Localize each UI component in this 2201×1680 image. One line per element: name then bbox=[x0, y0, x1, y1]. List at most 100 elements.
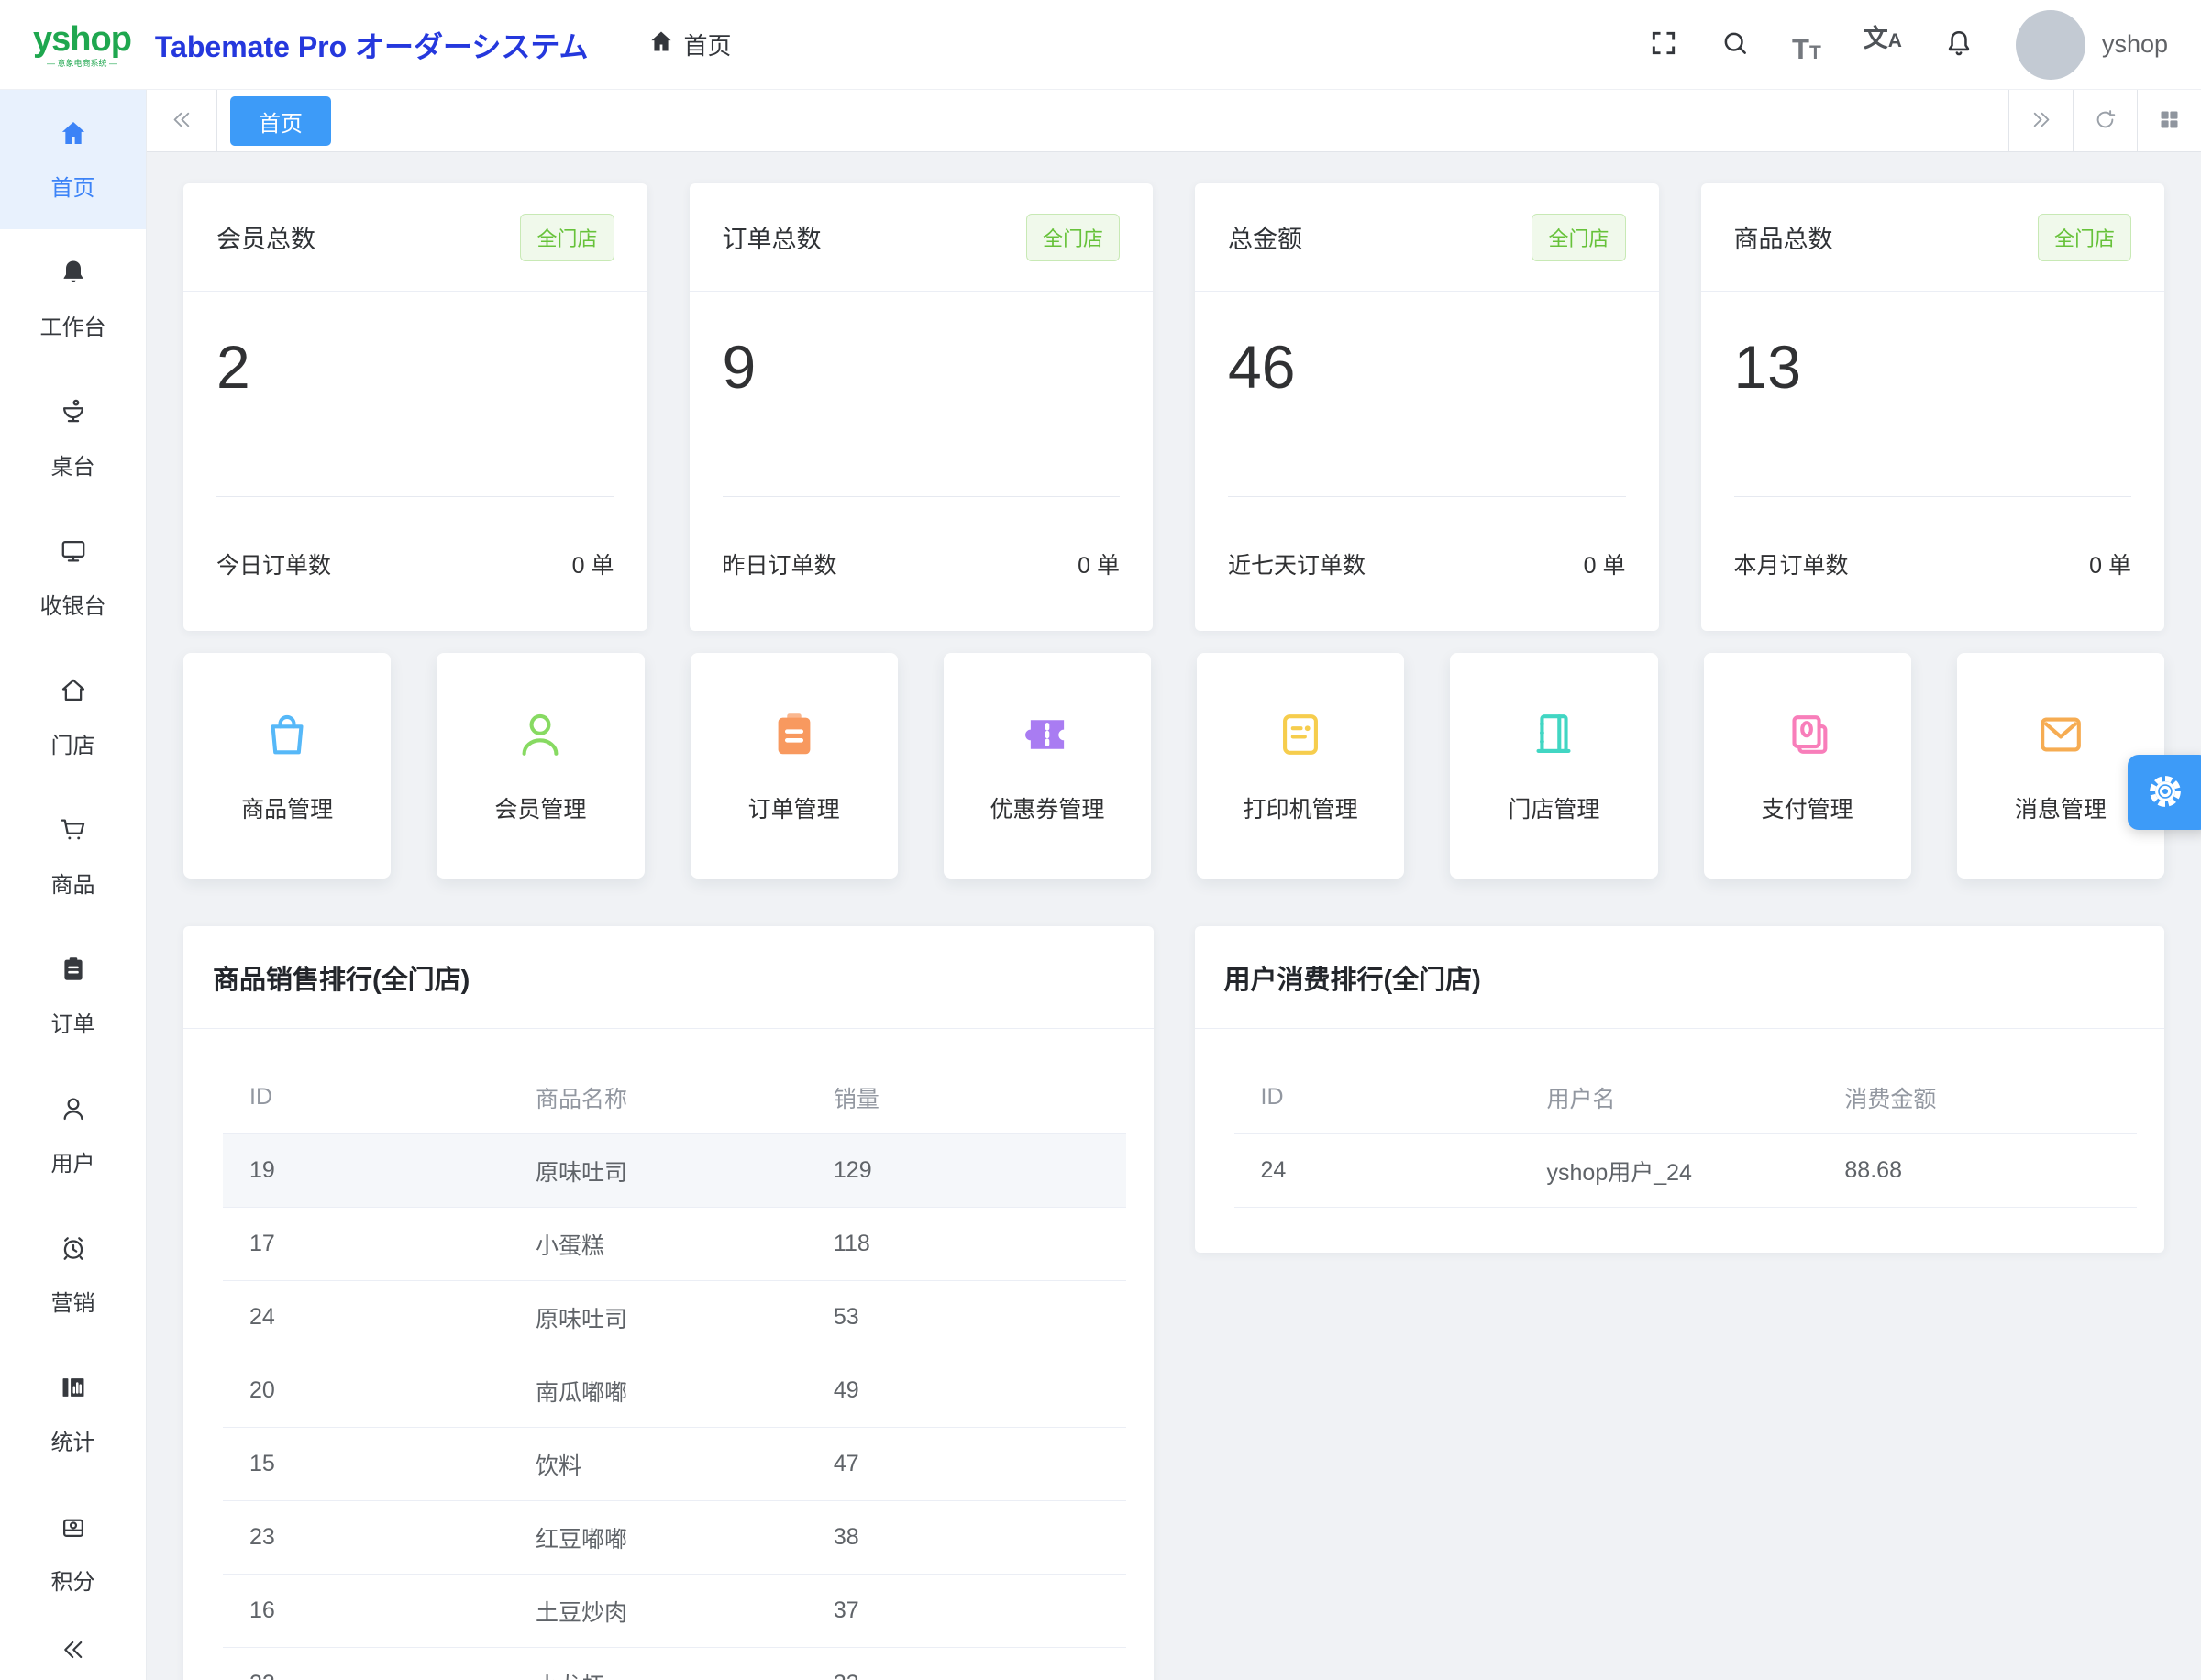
sidebar-item-store[interactable]: 门店 bbox=[0, 647, 146, 787]
sidebar-item-label: 积分 bbox=[51, 1564, 95, 1596]
stat-footer-value: 0 单 bbox=[572, 547, 614, 580]
printer-icon bbox=[1274, 708, 1327, 766]
sidebar-item-label: 工作台 bbox=[40, 309, 106, 341]
stat-footer-label: 今日订单数 bbox=[216, 547, 331, 580]
fullscreen-icon bbox=[1649, 28, 1678, 61]
bell-icon bbox=[59, 258, 88, 293]
bell-icon bbox=[1944, 28, 1974, 61]
quick-link-label: 门店管理 bbox=[1508, 791, 1599, 824]
workzone: 首页 会员总数 全门店 bbox=[147, 90, 2201, 1680]
quick-link-label: 商品管理 bbox=[241, 791, 333, 824]
gear-icon bbox=[2145, 771, 2193, 814]
tabs-scroll-right-button[interactable] bbox=[2008, 90, 2073, 151]
home-icon bbox=[59, 118, 88, 154]
notification-button[interactable] bbox=[1944, 27, 1974, 63]
fullscreen-button[interactable] bbox=[1649, 27, 1678, 63]
sidebar-item-label: 统计 bbox=[51, 1424, 95, 1456]
quick-link-store-management[interactable]: 门店管理 bbox=[1450, 653, 1657, 879]
quick-link-label: 支付管理 bbox=[1762, 791, 1853, 824]
home-icon bbox=[648, 28, 674, 61]
translate-button[interactable]: 文A bbox=[1864, 27, 1902, 63]
table-title: 用户消费排行(全门店) bbox=[1224, 958, 1481, 997]
yshop-logo[interactable]: yshop — 意象电商系统 — bbox=[33, 22, 131, 68]
refresh-button[interactable] bbox=[2073, 90, 2137, 151]
stat-footer-value: 0 单 bbox=[1584, 547, 1626, 580]
tab-tools bbox=[2008, 90, 2201, 151]
stats-icon bbox=[59, 1373, 88, 1409]
search-icon bbox=[1720, 28, 1750, 61]
quick-link-order-management[interactable]: 订单管理 bbox=[691, 653, 898, 879]
quick-link-printer-management[interactable]: 打印机管理 bbox=[1197, 653, 1404, 879]
stat-footer-value: 0 单 bbox=[2089, 547, 2131, 580]
column-header: 销量 bbox=[810, 1081, 1126, 1114]
quick-links: 商品管理 会员管理 订单管理 优惠券管理 打印机管理 bbox=[183, 653, 2164, 879]
stat-title: 订单总数 bbox=[723, 219, 822, 255]
search-button[interactable] bbox=[1720, 27, 1750, 63]
quick-link-member-management[interactable]: 会员管理 bbox=[437, 653, 644, 879]
sidebar-item-products[interactable]: 商品 bbox=[0, 787, 146, 926]
sidebar-collapse-button[interactable] bbox=[0, 1623, 146, 1680]
layout-grid-button[interactable] bbox=[2137, 90, 2201, 151]
quick-link-coupon-management[interactable]: 优惠券管理 bbox=[944, 653, 1151, 879]
store-scope-badge: 全门店 bbox=[1026, 214, 1120, 261]
table-row: 19 原味吐司 129 bbox=[223, 1134, 1126, 1208]
translate-icon: 文A bbox=[1864, 27, 1902, 51]
app-shell: 首页 工作台 桌台 收银台 门店 商品 订单 用户 bbox=[0, 90, 2201, 1680]
sidebar-item-tables[interactable]: 桌台 bbox=[0, 369, 146, 508]
settings-fab-button[interactable] bbox=[2128, 755, 2201, 830]
payment-icon bbox=[1781, 708, 1834, 766]
tabs-scroll-left-button[interactable] bbox=[147, 90, 217, 151]
table-row: 15 饮料 47 bbox=[223, 1428, 1126, 1501]
grid-icon bbox=[2157, 107, 2182, 135]
stat-card-amount: 总金额 全门店 46 近七天订单数 0 单 bbox=[1195, 183, 1659, 631]
table-row: 24 yshop用户_24 88.68 bbox=[1234, 1134, 2138, 1208]
badge-icon bbox=[59, 1512, 88, 1548]
quick-link-label: 优惠券管理 bbox=[990, 791, 1104, 824]
stat-footer-value: 0 单 bbox=[1078, 547, 1120, 580]
sidebar-item-points[interactable]: 积分 bbox=[0, 1484, 146, 1623]
quick-link-label: 会员管理 bbox=[494, 791, 586, 824]
sidebar-item-marketing[interactable]: 营销 bbox=[0, 1205, 146, 1344]
user-menu[interactable]: yshop bbox=[2016, 10, 2168, 80]
sidebar-item-statistics[interactable]: 统计 bbox=[0, 1344, 146, 1484]
quick-link-payment-management[interactable]: 支付管理 bbox=[1704, 653, 1911, 879]
sidebar-item-orders[interactable]: 订单 bbox=[0, 926, 146, 1066]
sidebar-item-home[interactable]: 首页 bbox=[0, 90, 146, 229]
table-row: 20 南瓜嘟嘟 49 bbox=[223, 1354, 1126, 1428]
store-scope-badge: 全门店 bbox=[1532, 214, 1625, 261]
tab-home[interactable]: 首页 bbox=[230, 96, 331, 146]
user-icon bbox=[59, 1094, 88, 1130]
store-scope-badge: 全门店 bbox=[2038, 214, 2131, 261]
sidebar: 首页 工作台 桌台 收银台 门店 商品 订单 用户 bbox=[0, 90, 147, 1680]
stat-title: 会员总数 bbox=[216, 219, 315, 255]
avatar[interactable] bbox=[2016, 10, 2085, 80]
top-header: yshop — 意象电商系统 — Tabemate Pro オーダーシステム 首… bbox=[0, 0, 2201, 90]
quick-link-label: 订单管理 bbox=[748, 791, 840, 824]
stat-card-orders: 订单总数 全门店 9 昨日订单数 0 单 bbox=[690, 183, 1154, 631]
sidebar-item-cashier[interactable]: 收银台 bbox=[0, 508, 146, 647]
stat-footer-label: 近七天订单数 bbox=[1228, 547, 1366, 580]
sidebar-item-users[interactable]: 用户 bbox=[0, 1066, 146, 1205]
chevron-double-left-icon bbox=[60, 1636, 87, 1668]
quick-link-label: 打印机管理 bbox=[1244, 791, 1358, 824]
breadcrumb[interactable]: 首页 bbox=[648, 28, 731, 61]
quick-link-product-management[interactable]: 商品管理 bbox=[183, 653, 391, 879]
table-header-row: ID 用户名 消费金额 bbox=[1234, 1061, 2138, 1134]
stat-footer-label: 本月订单数 bbox=[1734, 547, 1849, 580]
product-sales-table: ID 商品名称 销量 19 原味吐司 129 17 小蛋糕 118 bbox=[223, 1061, 1126, 1680]
column-header: 用户名 bbox=[1523, 1081, 1821, 1114]
stat-cards: 会员总数 全门店 2 今日订单数 0 单 订单总数 全门店 bbox=[183, 183, 2164, 631]
sidebar-item-label: 订单 bbox=[51, 1006, 95, 1038]
quick-link-label: 消息管理 bbox=[2015, 791, 2107, 824]
logo-text: yshop bbox=[33, 22, 131, 57]
stat-footer-label: 昨日订单数 bbox=[723, 547, 837, 580]
monitor-icon bbox=[59, 536, 88, 572]
tab-bar: 首页 bbox=[147, 90, 2201, 152]
table-row: 17 小蛋糕 118 bbox=[223, 1208, 1126, 1281]
sidebar-item-workbench[interactable]: 工作台 bbox=[0, 229, 146, 369]
chevron-double-left-icon bbox=[170, 107, 194, 135]
font-size-button[interactable]: TT bbox=[1792, 27, 1821, 63]
main-content: 会员总数 全门店 2 今日订单数 0 单 订单总数 全门店 bbox=[147, 152, 2201, 1680]
store-scope-badge: 全门店 bbox=[520, 214, 614, 261]
user-consumption-table: ID 用户名 消费金额 24 yshop用户_24 88.68 bbox=[1234, 1061, 2138, 1208]
